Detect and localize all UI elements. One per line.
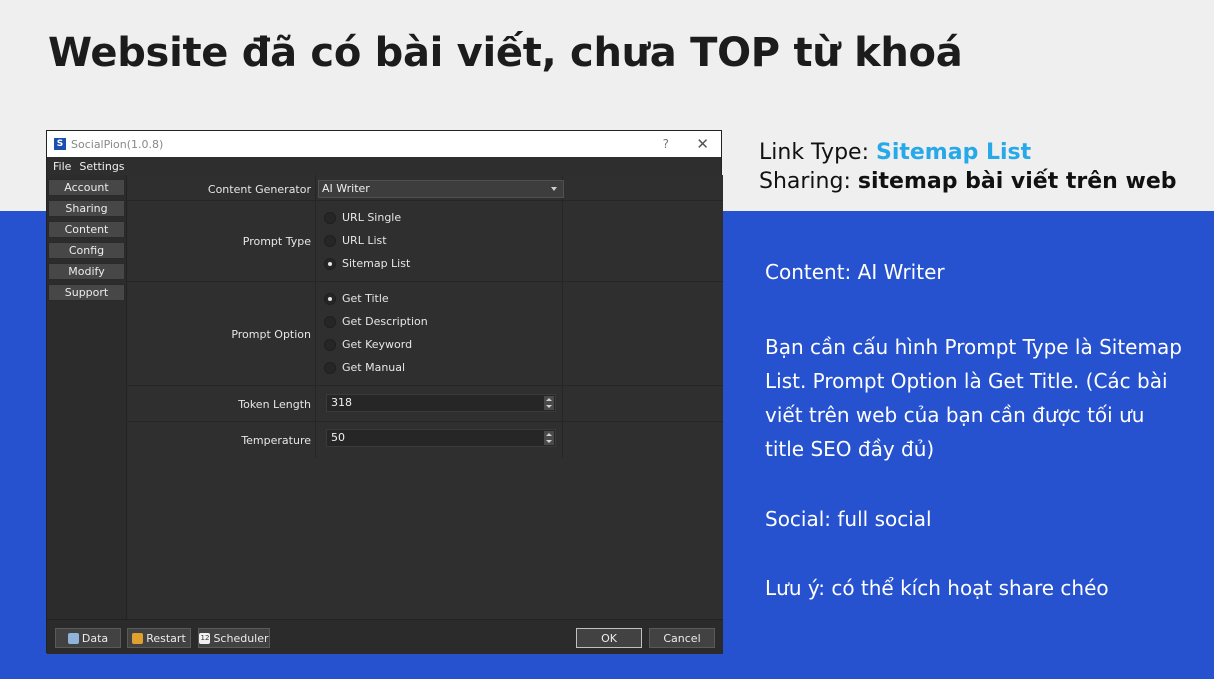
prompt-option-get-manual[interactable]: Get Manual bbox=[324, 361, 405, 374]
token-length-value: 318 bbox=[331, 396, 352, 409]
token-length-row: Token Length 318 bbox=[127, 386, 723, 422]
close-icon[interactable]: ✕ bbox=[696, 135, 709, 153]
radio-label: URL List bbox=[342, 234, 387, 247]
temperature-value: 50 bbox=[331, 431, 345, 444]
scheduler-button-label: Scheduler bbox=[213, 631, 269, 645]
social-line: Social: full social bbox=[765, 507, 932, 531]
note-line: Lưu ý: có thể kích hoạt share chéo bbox=[765, 576, 1109, 600]
prompt-type-label: Prompt Type bbox=[242, 235, 311, 248]
prompt-option-get-description[interactable]: Get Description bbox=[324, 315, 428, 328]
link-type-line: Link Type: Sitemap List bbox=[759, 140, 1031, 165]
content-generator-row: Content Generator AI Writer bbox=[127, 175, 723, 201]
content-settings-form: Content Generator AI Writer Prompt Type … bbox=[127, 175, 723, 619]
prompt-type-row: Prompt Type URL Single URL List Sitemap … bbox=[127, 201, 723, 282]
radio-on-icon bbox=[324, 257, 336, 270]
radio-off-icon bbox=[324, 234, 336, 247]
radio-label: Get Keyword bbox=[342, 338, 413, 351]
radio-label: Sitemap List bbox=[342, 257, 411, 270]
prompt-option-get-title[interactable]: Get Title bbox=[324, 292, 389, 305]
content-line: Content: AI Writer bbox=[765, 260, 945, 284]
spin-arrows-icon[interactable] bbox=[544, 431, 554, 445]
radio-off-icon bbox=[324, 338, 336, 351]
data-button[interactable]: Data bbox=[55, 628, 121, 648]
ok-button[interactable]: OK bbox=[576, 628, 642, 648]
spin-arrows-icon[interactable] bbox=[544, 396, 554, 410]
window-title: SocialPion(1.0.8) bbox=[71, 137, 164, 151]
instructions-text: Bạn cần cấu hình Prompt Type là Sitemap … bbox=[765, 335, 1182, 461]
token-length-spinbox[interactable]: 318 bbox=[326, 394, 556, 412]
sidebar-item-content[interactable]: Content bbox=[48, 221, 125, 238]
radio-label: Get Description bbox=[342, 315, 428, 328]
link-type-label: Link Type: bbox=[759, 140, 876, 165]
restart-button-label: Restart bbox=[146, 631, 186, 645]
prompt-option-control: Get Title Get Description Get Keyword Ge… bbox=[315, 282, 563, 385]
chevron-down-icon bbox=[551, 187, 557, 191]
sharing-value: sitemap bài viết trên web bbox=[857, 169, 1177, 194]
sidebar: Account Sharing Content Config Modify Su… bbox=[47, 175, 127, 619]
sidebar-item-modify[interactable]: Modify bbox=[48, 263, 125, 280]
help-icon[interactable]: ? bbox=[663, 137, 669, 151]
socialpion-window: S SocialPion(1.0.8) ? ✕ File Settings Ac… bbox=[46, 130, 723, 654]
link-type-value: Sitemap List bbox=[875, 140, 1032, 165]
content-generator-select[interactable]: AI Writer bbox=[318, 180, 564, 198]
sidebar-item-config[interactable]: Config bbox=[48, 242, 125, 259]
bottom-toolbar: Data Restart 12 Scheduler OK Cancel bbox=[47, 619, 723, 654]
prompt-option-get-keyword[interactable]: Get Keyword bbox=[324, 338, 412, 351]
sharing-label: Sharing: bbox=[759, 169, 858, 194]
temperature-row: Temperature 50 bbox=[127, 422, 723, 458]
menu-bar: File Settings bbox=[47, 157, 721, 175]
token-length-control: 318 bbox=[315, 386, 563, 421]
socialpion-logo-icon: S bbox=[54, 138, 66, 150]
menu-settings[interactable]: Settings bbox=[79, 160, 124, 173]
content-generator-control: AI Writer bbox=[315, 175, 564, 200]
temperature-label: Temperature bbox=[241, 434, 311, 447]
restart-icon bbox=[132, 632, 144, 644]
radio-label: URL Single bbox=[342, 211, 402, 224]
temperature-spinbox[interactable]: 50 bbox=[326, 429, 556, 447]
window-titlebar: S SocialPion(1.0.8) ? ✕ bbox=[47, 131, 721, 157]
data-button-label: Data bbox=[81, 631, 109, 645]
prompt-type-control: URL Single URL List Sitemap List bbox=[315, 201, 563, 281]
ok-button-label: OK bbox=[601, 631, 617, 645]
slide-title: Website đã có bài viết, chưa TOP từ khoá bbox=[48, 30, 963, 76]
prompt-type-url-single[interactable]: URL Single bbox=[324, 211, 401, 224]
sharing-line: Sharing: sitemap bài viết trên web bbox=[759, 169, 1177, 194]
sidebar-item-account[interactable]: Account bbox=[48, 179, 125, 196]
prompt-type-sitemap-list[interactable]: Sitemap List bbox=[324, 257, 410, 270]
radio-off-icon bbox=[324, 361, 336, 374]
sidebar-item-sharing[interactable]: Sharing bbox=[48, 200, 125, 217]
radio-label: Get Manual bbox=[342, 361, 406, 374]
menu-file[interactable]: File bbox=[53, 160, 71, 173]
token-length-label: Token Length bbox=[238, 398, 311, 411]
temperature-control: 50 bbox=[315, 422, 563, 458]
radio-off-icon bbox=[324, 315, 336, 328]
database-icon bbox=[67, 632, 79, 644]
scheduler-button[interactable]: 12 Scheduler bbox=[198, 628, 270, 648]
cancel-button-label: Cancel bbox=[663, 631, 701, 645]
content-generator-value: AI Writer bbox=[322, 182, 370, 195]
prompt-option-label: Prompt Option bbox=[231, 328, 311, 341]
sidebar-item-support[interactable]: Support bbox=[48, 284, 125, 301]
prompt-option-row: Prompt Option Get Title Get Description … bbox=[127, 282, 723, 386]
radio-label: Get Title bbox=[342, 292, 389, 305]
radio-on-icon bbox=[324, 292, 336, 305]
calendar-icon: 12 bbox=[199, 632, 211, 644]
restart-button[interactable]: Restart bbox=[127, 628, 191, 648]
cancel-button[interactable]: Cancel bbox=[649, 628, 715, 648]
prompt-type-url-list[interactable]: URL List bbox=[324, 234, 387, 247]
content-generator-label: Content Generator bbox=[207, 183, 311, 196]
radio-off-icon bbox=[324, 211, 336, 224]
